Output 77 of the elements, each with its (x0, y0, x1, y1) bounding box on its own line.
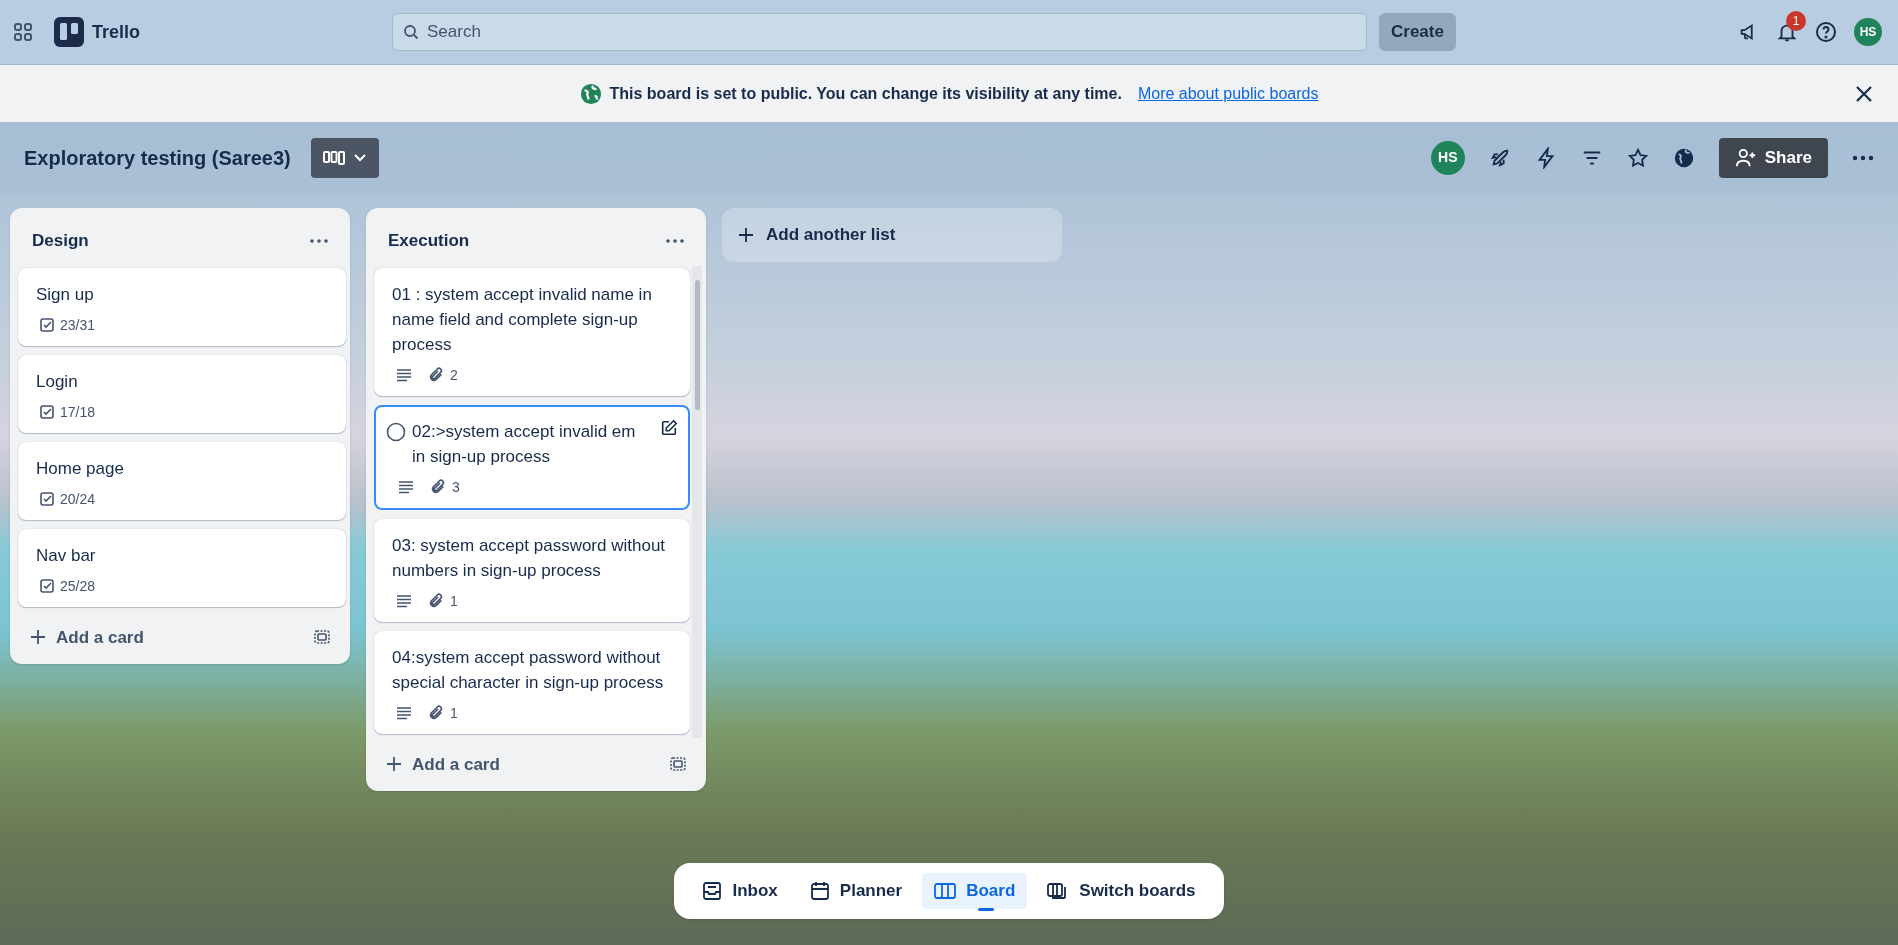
attachment-count: 1 (450, 703, 458, 723)
nav-tab[interactable]: Board (922, 873, 1028, 909)
template-icon[interactable] (670, 756, 686, 773)
edit-icon[interactable] (660, 418, 678, 437)
card-title: Login (36, 370, 79, 393)
share-button[interactable]: Share (1718, 137, 1828, 178)
paperclip-icon (428, 367, 444, 383)
app-grid-icon[interactable] (12, 21, 34, 43)
create-button[interactable]: Create (1379, 13, 1456, 51)
checklist-icon (40, 579, 54, 593)
card-title: Nav bar (36, 544, 97, 567)
card[interactable]: Login 17/18 (18, 354, 346, 433)
plus-icon (738, 227, 754, 243)
checklist-count: 25/28 (60, 576, 96, 596)
paperclip-icon (430, 479, 446, 495)
inbox-icon (702, 881, 723, 901)
attachment-count: 1 (450, 591, 458, 611)
plus-icon (30, 629, 46, 646)
card[interactable]: 04:system accept password without special character in sign-up process 1 (374, 630, 690, 734)
paperclip-icon (428, 705, 444, 721)
checklist-icon (40, 405, 54, 419)
close-icon[interactable] (1854, 83, 1874, 104)
complete-circle-icon[interactable] (386, 421, 406, 442)
card[interactable]: Home page 20/24 (18, 441, 346, 520)
add-list-button[interactable]: Add another list (722, 208, 1062, 262)
card-title: Sign up (36, 283, 95, 306)
board-view-button[interactable] (310, 137, 379, 178)
help-icon[interactable] (1814, 20, 1838, 44)
checklist-count: 17/18 (60, 402, 96, 422)
globe-icon (579, 82, 602, 105)
card[interactable]: 03: system accept password without numbers in sign-up process 1 (374, 518, 690, 622)
add-card-button[interactable]: Add a card (30, 624, 144, 650)
card-title: Home page (36, 457, 125, 480)
board-title[interactable]: Exploratory testing (Saree3) (24, 142, 291, 173)
plus-icon (386, 756, 402, 773)
card[interactable]: Sign up 23/31 (18, 267, 346, 346)
list-title[interactable]: Design (32, 228, 89, 254)
card-title: 04:system accept password without special character in sign-up process (392, 646, 665, 694)
card-title: 01 : system accept invalid name in name field and complete sign-up process (392, 283, 653, 356)
board-icon (322, 149, 345, 166)
nav-tab[interactable]: Planner (797, 873, 915, 909)
public-boards-link[interactable]: More about public boards (1137, 81, 1319, 106)
attachment-count: 3 (452, 477, 460, 497)
search-field[interactable]: Search (392, 13, 1367, 51)
chevron-down-icon (352, 152, 367, 163)
card[interactable]: 02:>system accept invalid em in sign-up process 3 (374, 404, 690, 510)
card[interactable]: Nav bar 25/28 (18, 528, 346, 607)
checklist-count: 23/31 (60, 315, 96, 335)
card-title: 03: system accept password without numbers in sign-up process (392, 534, 667, 582)
more-icon[interactable] (666, 238, 684, 243)
add-person-icon (1734, 147, 1757, 168)
more-icon[interactable] (1852, 154, 1874, 161)
template-icon[interactable] (314, 629, 330, 646)
notification-badge: 1 (1786, 11, 1806, 31)
checklist-icon (40, 492, 54, 506)
globe-icon[interactable] (1672, 146, 1695, 169)
user-avatar[interactable]: HS (1854, 18, 1882, 46)
banner-message: This board is set to public. You can change its visibility at any time. (609, 83, 1122, 104)
add-card-button[interactable]: Add a card (386, 751, 500, 777)
more-icon[interactable] (310, 238, 328, 243)
member-avatar[interactable]: HS (1430, 140, 1465, 175)
star-icon[interactable] (1626, 146, 1649, 169)
calendar-icon (809, 881, 830, 901)
board-icon (934, 882, 957, 900)
nav-tab[interactable]: Inbox (690, 873, 790, 909)
card[interactable]: 01 : system accept invalid name in name field and complete sign-up process 2 (374, 267, 690, 396)
attachment-count: 2 (450, 365, 458, 385)
nav-tab[interactable]: Switch boards (1035, 873, 1208, 909)
search-icon (403, 24, 419, 40)
scrollbar[interactable] (692, 265, 702, 738)
list-title[interactable]: Execution (388, 228, 470, 254)
paperclip-icon (428, 593, 444, 609)
checklist-icon (40, 318, 54, 332)
app-name[interactable]: Trello (92, 18, 140, 46)
card-title: 02:>system accept invalid em in sign-up process (412, 420, 637, 468)
checklist-count: 20/24 (60, 489, 96, 509)
logo-icon (54, 17, 84, 47)
